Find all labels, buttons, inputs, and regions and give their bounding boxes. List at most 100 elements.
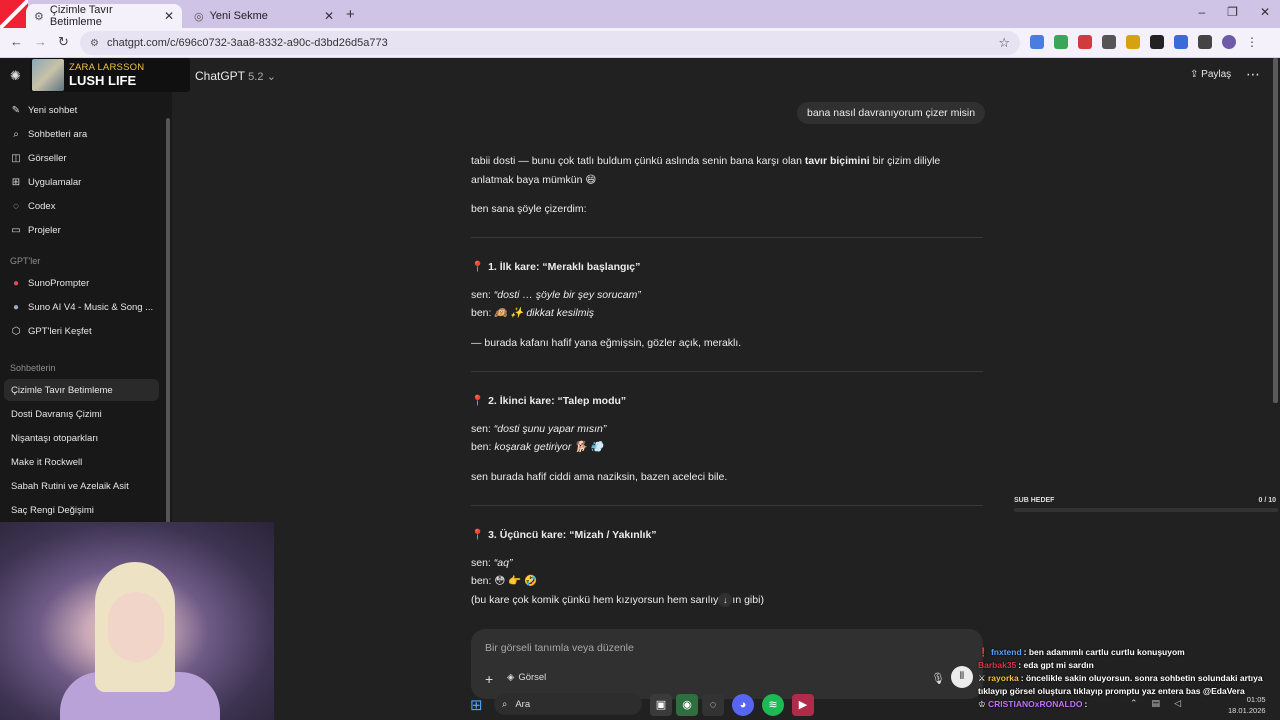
globe-icon: ◎: [194, 10, 204, 23]
image-tool-button[interactable]: ◈ Görsel: [507, 672, 546, 683]
scroll-down-button[interactable]: ↓: [718, 593, 733, 607]
main-scrollbar[interactable]: [1273, 58, 1278, 403]
sidebar-gpt-sunoprompter[interactable]: ● SunoPrompter: [10, 274, 160, 292]
sidebar-item-search[interactable]: ⌕ Sohbetleri ara: [10, 125, 160, 143]
sub-goal-count: 0 / 10: [1258, 497, 1276, 504]
stream-logo: [0, 0, 28, 28]
sidebar-chat-item[interactable]: Saç Rengi Değişimi: [4, 499, 159, 521]
sidebar-scrollbar[interactable]: [166, 118, 170, 528]
coin-extension-icon[interactable]: [1126, 35, 1140, 49]
translate-extension-icon[interactable]: [1030, 35, 1044, 49]
chat-username: fnxtend: [990, 647, 1022, 657]
new-tab-button[interactable]: +: [346, 6, 355, 23]
chat-message: Barbak35: eda gpt mi sardın: [978, 660, 1094, 670]
sidebar-item-images[interactable]: ◫ Görseller: [10, 149, 160, 167]
sidebar-item-projects[interactable]: ▭ Projeler: [10, 221, 160, 239]
sidebar-item-codex[interactable]: ◌ Codex: [10, 197, 160, 215]
sidebar-chat-item[interactable]: Nişantaşı otoparkları: [4, 427, 159, 449]
more-options-icon[interactable]: ⋯: [1246, 66, 1260, 83]
sub-goal-widget: SUB HEDEF 0 / 10: [1014, 497, 1278, 517]
image-icon: ◫: [11, 152, 21, 164]
chat-username: rayorka: [988, 673, 1019, 683]
section-note: sen burada hafif ciddi ama naziksin, baz…: [471, 471, 728, 483]
chevron-up-icon[interactable]: ⌃: [1130, 698, 1138, 709]
lips-extension-icon[interactable]: [1078, 35, 1092, 49]
message-composer[interactable]: Bir görseli tanımla veya düzenle + ◈ Görs…: [471, 629, 983, 699]
share-icon: ⇪: [1190, 69, 1202, 80]
shield-extension-icon[interactable]: [1054, 35, 1068, 49]
song-title: LUSH LIFE: [69, 73, 137, 89]
sidebar-chat-item[interactable]: Make it Rockwell: [4, 451, 159, 473]
sidebar-chat-item[interactable]: Sabah Rutini ve Azelaik Asit: [4, 475, 159, 497]
live-app-icon[interactable]: ▶: [792, 694, 814, 716]
divider: [471, 237, 983, 238]
chats-section-title: Sohbetlerin: [10, 363, 56, 373]
divider: [471, 505, 983, 506]
section-note: (bu kare çok komik çünkü hem kızıyorsun …: [471, 593, 764, 607]
search-icon: ⌕: [502, 698, 508, 710]
extension-icon[interactable]: [1174, 35, 1188, 49]
site-info-icon[interactable]: ⚙: [90, 38, 99, 49]
network-icon[interactable]: ▤: [1152, 698, 1161, 709]
system-clock[interactable]: 01:05 18.01.2026: [1228, 694, 1266, 716]
intro-line: ben sana şöyle çizerdim:: [471, 203, 587, 215]
sidebar-item-apps[interactable]: ⊞ Uygulamalar: [10, 173, 160, 191]
windows-start-icon[interactable]: ⊞: [470, 696, 483, 714]
intro-line: tabii dosti — bunu çok tatlı buldum çünk…: [471, 155, 941, 167]
chatgpt-logo-icon[interactable]: ✺: [10, 68, 21, 84]
add-attachment-button[interactable]: +: [485, 671, 493, 687]
sidebar-item-new-chat[interactable]: ✎ Yeni sohbet: [10, 101, 160, 119]
sub-goal-bar: [1014, 508, 1278, 512]
sidebar-gpt-explore[interactable]: ⬡ GPT'leri Keşfet: [10, 322, 160, 340]
sidebar-chat-item[interactable]: Dosti Davranış Çizimi: [4, 403, 159, 425]
now-playing-overlay: ZARA LARSSON LUSH LIFE: [30, 58, 190, 92]
sidebar-gpt-suno-v4[interactable]: ● Suno AI V4 - Music & Song ...: [10, 298, 160, 316]
discord-icon[interactable]: ◕: [732, 694, 754, 716]
divider: [471, 371, 983, 372]
close-icon[interactable]: ✕: [164, 9, 174, 23]
profile-avatar[interactable]: [1222, 35, 1236, 49]
suno-icon: ●: [12, 277, 20, 289]
extension-icon[interactable]: [1102, 35, 1116, 49]
extension-icon[interactable]: [1150, 35, 1164, 49]
microphone-icon[interactable]: 🎙: [931, 672, 945, 685]
app-icon[interactable]: ◌: [702, 694, 724, 716]
code-icon: ◌: [13, 200, 19, 212]
maximize-button[interactable]: ❐: [1227, 5, 1238, 19]
section-heading: 📍 2. İkinci kare: “Talep modu”: [471, 395, 627, 407]
sidebar-chat-item-active[interactable]: Çizimle Tavır Betimleme: [4, 379, 159, 401]
search-icon: ⌕: [13, 128, 19, 140]
back-icon[interactable]: ←: [10, 34, 23, 49]
minimize-button[interactable]: –: [1198, 5, 1205, 19]
gpts-section-title: GPT'ler: [10, 256, 41, 266]
pin-icon: 📍: [471, 529, 485, 541]
taskbar-search[interactable]: ⌕ Ara: [494, 693, 642, 715]
close-window-button[interactable]: ✕: [1260, 5, 1270, 19]
reload-icon[interactable]: ↻: [58, 34, 69, 50]
tab-active[interactable]: ⚙ Çizimle Tavır Betimleme ✕: [26, 4, 182, 28]
voice-mode-button[interactable]: ⦀: [951, 666, 973, 688]
artist-name: ZARA LARSSON: [69, 61, 145, 73]
alert-icon: ❗: [978, 647, 989, 657]
model-selector[interactable]: ChatGPT 5.2 ⌄: [195, 69, 276, 83]
bookmark-star-icon[interactable]: ☆: [998, 35, 1010, 51]
sword-icon: ⚔: [978, 673, 986, 683]
url-field[interactable]: ⚙ chatgpt.com/c/696c0732-3aa8-8332-a90c-…: [80, 31, 1020, 55]
forward-icon[interactable]: →: [34, 34, 47, 49]
chat-username: Barbak35: [978, 660, 1017, 670]
task-view-icon[interactable]: ▣: [650, 694, 672, 716]
menu-dots-icon[interactable]: ⋮: [1246, 35, 1258, 49]
volume-icon[interactable]: ◁: [1174, 698, 1181, 709]
window-controls: – ❐ ✕: [1198, 5, 1270, 19]
share-button[interactable]: ⇪ Paylaş: [1190, 69, 1231, 80]
tab-new[interactable]: ◎ Yeni Sekme ✕: [186, 4, 342, 28]
close-icon[interactable]: ✕: [324, 9, 334, 23]
chrome-icon[interactable]: ◉: [676, 694, 698, 716]
sub-goal-label: SUB HEDEF: [1014, 497, 1055, 504]
dialog-line: sen: “dosti şunu yapar mısın”: [471, 423, 607, 435]
apps-icon: ⊞: [11, 176, 21, 188]
prompt-input[interactable]: Bir görseli tanımla veya düzenle: [485, 642, 634, 654]
screen: ⚙ Çizimle Tavır Betimleme ✕ ◎ Yeni Sekme…: [0, 0, 1280, 720]
spotify-icon[interactable]: ≋: [762, 694, 784, 716]
puzzle-icon[interactable]: [1198, 35, 1212, 49]
